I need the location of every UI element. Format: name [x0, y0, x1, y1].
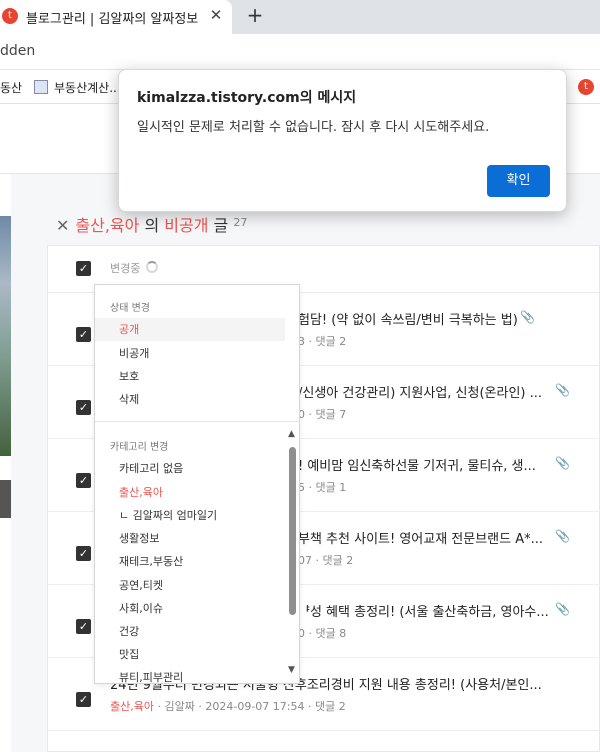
attachment-icon: 📎 — [520, 310, 535, 324]
attachment-icon: 📎 — [555, 602, 570, 616]
dialog-title: kimalzza.tistory.com의 메시지 — [137, 90, 357, 106]
post-meta: 07 · 댓글 2 — [298, 554, 354, 567]
status-section-label: 상태 변경 — [110, 303, 150, 314]
scroll-down-icon[interactable]: ▼ — [288, 665, 295, 675]
category-item[interactable]: 건강 — [95, 620, 285, 643]
tab-title: 블로그관리 | 김알짜의 알짜정보 — [26, 12, 199, 27]
post-category[interactable]: 출산,육아 — [110, 700, 154, 713]
tab-bar: t 블로그관리 | 김알짜의 알짜정보 ✕ + — [0, 0, 600, 34]
post-title[interactable]: /신생아 건강관리) 지원사업, 신청(온라인) ... — [298, 382, 542, 401]
loading-spinner-icon — [146, 261, 158, 273]
dropdown-scrollbar[interactable]: ▲ ▼ — [287, 429, 299, 679]
filter-visibility: 비공개 — [164, 216, 209, 235]
post-meta: 0 · 댓글 8 — [298, 627, 347, 640]
new-tab-button[interactable]: + — [244, 4, 266, 26]
select-all-checkbox[interactable]: ✓ — [76, 261, 91, 276]
ok-button[interactable]: 확인 — [487, 165, 550, 197]
calculator-icon — [34, 80, 48, 94]
address-bar[interactable]: dden — [0, 34, 600, 70]
post-title[interactable]: 부책 추천 사이트! 영어교재 전문브랜드 A*... — [298, 528, 543, 547]
sidebar-button[interactable] — [0, 480, 11, 518]
post-meta: 3 · 댓글 2 — [298, 335, 347, 348]
post-checkbox[interactable]: ✓ — [76, 327, 91, 342]
page-title: ✕ 출산,육아 의 비공개 글 27 — [56, 212, 247, 236]
tistory-bookmark-icon[interactable]: t — [578, 79, 594, 95]
post-checkbox[interactable]: ✓ — [76, 400, 91, 415]
category-item[interactable]: 사회,이슈 — [95, 597, 285, 620]
post-meta: 출산,육아 · 김알짜 · 2024-09-07 17:54 · 댓글 2 — [110, 700, 346, 713]
post-checkbox[interactable]: ✓ — [76, 692, 91, 707]
change-dropdown: 상태 변경 공개 비공개 보호 삭제 카테고리 변경 카테고리 없음 출산,육아… — [94, 284, 300, 684]
attachment-icon: 📎 — [555, 456, 570, 470]
dialog-message: 일시적인 문제로 처리할 수 없습니다. 잠시 후 다시 시도해주세요. — [137, 120, 490, 135]
category-item[interactable]: 뷰티,피부관리 — [95, 666, 285, 683]
post-checkbox[interactable]: ✓ — [76, 546, 91, 561]
category-item[interactable]: 카테고리 없음 — [95, 457, 285, 480]
post-count: 27 — [233, 216, 248, 229]
status-private[interactable]: 비공개 — [95, 342, 285, 365]
bookmark-item[interactable]: 부동산계산... — [34, 79, 121, 96]
category-item[interactable]: 생활정보 — [95, 527, 285, 550]
bookmark-label: 부동산계산... — [54, 81, 121, 95]
status-public[interactable]: 공개 — [95, 318, 285, 341]
category-item[interactable]: 출산,육아 — [95, 481, 285, 504]
post-author: 김알짜 — [164, 700, 195, 713]
post-date: 2024-09-07 17:54 — [205, 700, 305, 713]
url-text: dden — [0, 43, 36, 59]
post-checkbox[interactable]: ✓ — [76, 473, 91, 488]
post-checkbox[interactable]: ✓ — [76, 619, 91, 634]
scrollbar-thumb[interactable] — [289, 447, 296, 615]
category-item[interactable]: 공연,티켓 — [95, 574, 285, 597]
category-item[interactable]: ㄴ 김알짜의 엄마일기 — [95, 504, 285, 527]
bookmark-item[interactable]: 동산 — [0, 79, 22, 96]
post-comments[interactable]: 댓글 2 — [315, 700, 346, 713]
attachment-icon: 📎 — [555, 383, 570, 397]
tistory-favicon-icon: t — [2, 8, 18, 24]
tab-close-icon[interactable]: ✕ — [207, 6, 225, 24]
browser-tab[interactable]: t 블로그관리 | 김알짜의 알짜정보 ✕ — [0, 0, 232, 34]
status-delete[interactable]: 삭제 — [95, 388, 285, 411]
attachment-icon: 📎 — [555, 529, 570, 543]
category-item[interactable]: 재테크,부동산 — [95, 550, 285, 573]
category-section-label: 카테고리 변경 — [110, 442, 169, 453]
post-meta: 0 · 댓글 7 — [298, 408, 347, 421]
scroll-up-icon[interactable]: ▲ — [288, 429, 295, 439]
filter-category: 출산,육아 — [75, 216, 140, 235]
category-item[interactable]: 맛집 — [95, 643, 285, 666]
dropdown-divider — [95, 421, 299, 422]
post-title[interactable]: 험담! (약 없이 속쓰림/변비 극복하는 법) — [298, 309, 518, 328]
alert-dialog: kimalzza.tistory.com의 메시지 일시적인 문제로 처리할 수… — [118, 69, 567, 212]
clear-filter-icon[interactable]: ✕ — [56, 216, 69, 235]
post-title[interactable]: ᅣ성 혜택 총정리! (서울 출산축하금, 영아수... — [298, 601, 549, 620]
change-status-label[interactable]: 변경중 — [110, 260, 140, 276]
status-protected[interactable]: 보호 — [95, 365, 285, 388]
title-suffix: 글 — [208, 216, 234, 235]
profile-image — [0, 216, 11, 456]
post-meta: 5 · 댓글 1 — [298, 481, 347, 494]
title-of: 의 — [139, 216, 165, 235]
post-title[interactable]: ! 예비맘 임신축하선물 기저귀, 물티슈, 생... — [298, 455, 536, 474]
